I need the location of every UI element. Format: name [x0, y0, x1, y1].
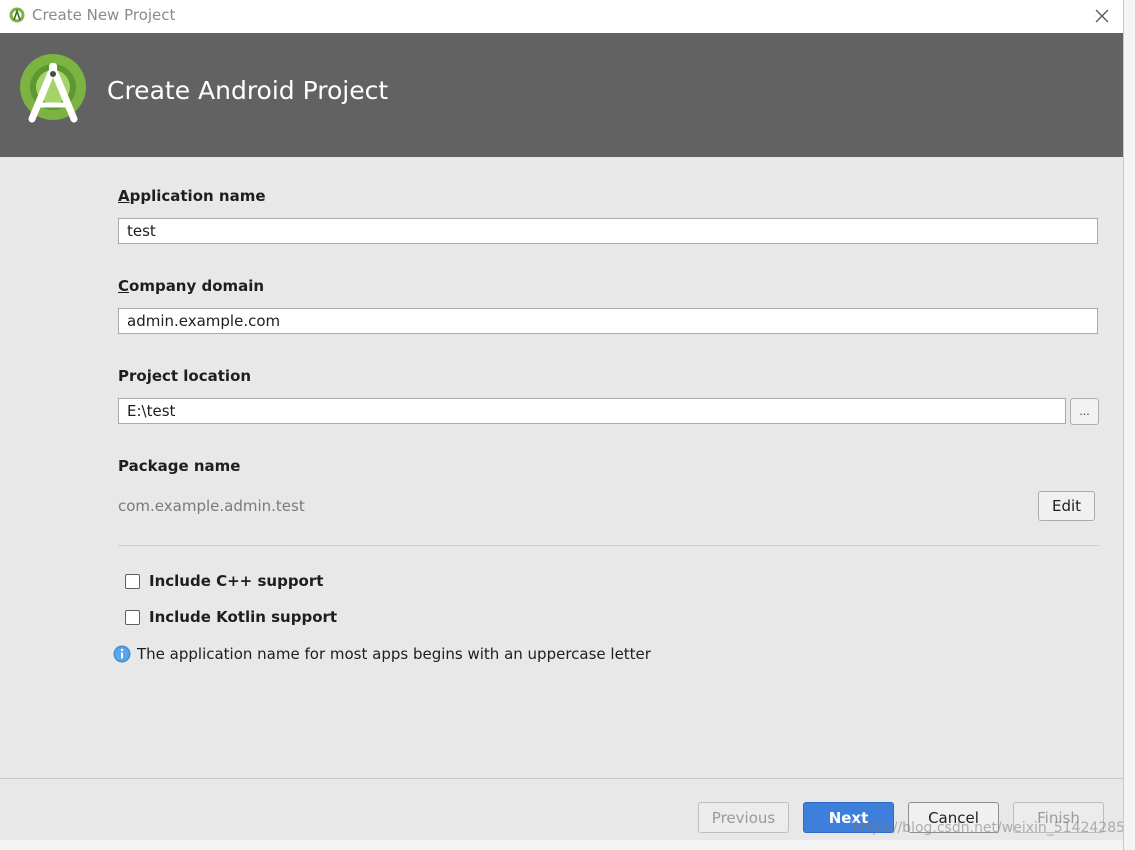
include-kotlin-option[interactable]: Include Kotlin support: [125, 608, 337, 626]
window-title: Create New Project: [32, 6, 176, 24]
wizard-header: Create Android Project: [0, 33, 1123, 157]
package-name-label: Package name: [118, 457, 241, 475]
android-studio-logo: [20, 54, 86, 123]
company-domain-label-text: ompany domain: [129, 277, 265, 295]
footer-divider: [0, 778, 1123, 779]
title-bar: Create New Project: [0, 0, 1123, 33]
divider: [118, 545, 1099, 546]
app-name-label-mnemonic: A: [118, 187, 130, 205]
android-studio-icon: [9, 7, 25, 23]
app-name-input[interactable]: [118, 218, 1098, 244]
info-icon: [113, 645, 131, 663]
background-window-strip: [1124, 0, 1135, 850]
project-location-input[interactable]: [118, 398, 1066, 424]
project-location-label: Project location: [118, 367, 252, 385]
include-cpp-checkbox[interactable]: [125, 573, 140, 589]
company-domain-label-mnemonic: C: [118, 277, 130, 295]
info-message: The application name for most apps begin…: [113, 645, 651, 663]
app-name-label-text: pplication name: [129, 187, 266, 205]
company-domain-label: Company domain: [118, 277, 264, 295]
background-strip-bottom: [0, 840, 1123, 850]
previous-button[interactable]: Previous: [698, 802, 789, 833]
browse-location-button[interactable]: ...: [1070, 398, 1099, 425]
package-name-value: com.example.admin.test: [118, 497, 305, 515]
wizard-title: Create Android Project: [107, 76, 389, 105]
include-cpp-option[interactable]: Include C++ support: [125, 572, 323, 590]
info-text: The application name for most apps begin…: [137, 645, 651, 663]
create-project-dialog: Create New Project Create Android Projec…: [0, 0, 1124, 850]
edit-package-button[interactable]: Edit: [1038, 491, 1095, 521]
company-domain-input[interactable]: [118, 308, 1098, 334]
include-kotlin-checkbox[interactable]: [125, 609, 140, 625]
close-button[interactable]: [1088, 3, 1116, 29]
include-cpp-label: Include C++ support: [149, 572, 324, 590]
include-kotlin-label: Include Kotlin support: [149, 608, 338, 626]
close-icon: [1095, 9, 1109, 23]
watermark: https://blog.csdn.net/weixin_51424285: [852, 820, 1124, 836]
app-name-label: Application name: [118, 187, 266, 205]
